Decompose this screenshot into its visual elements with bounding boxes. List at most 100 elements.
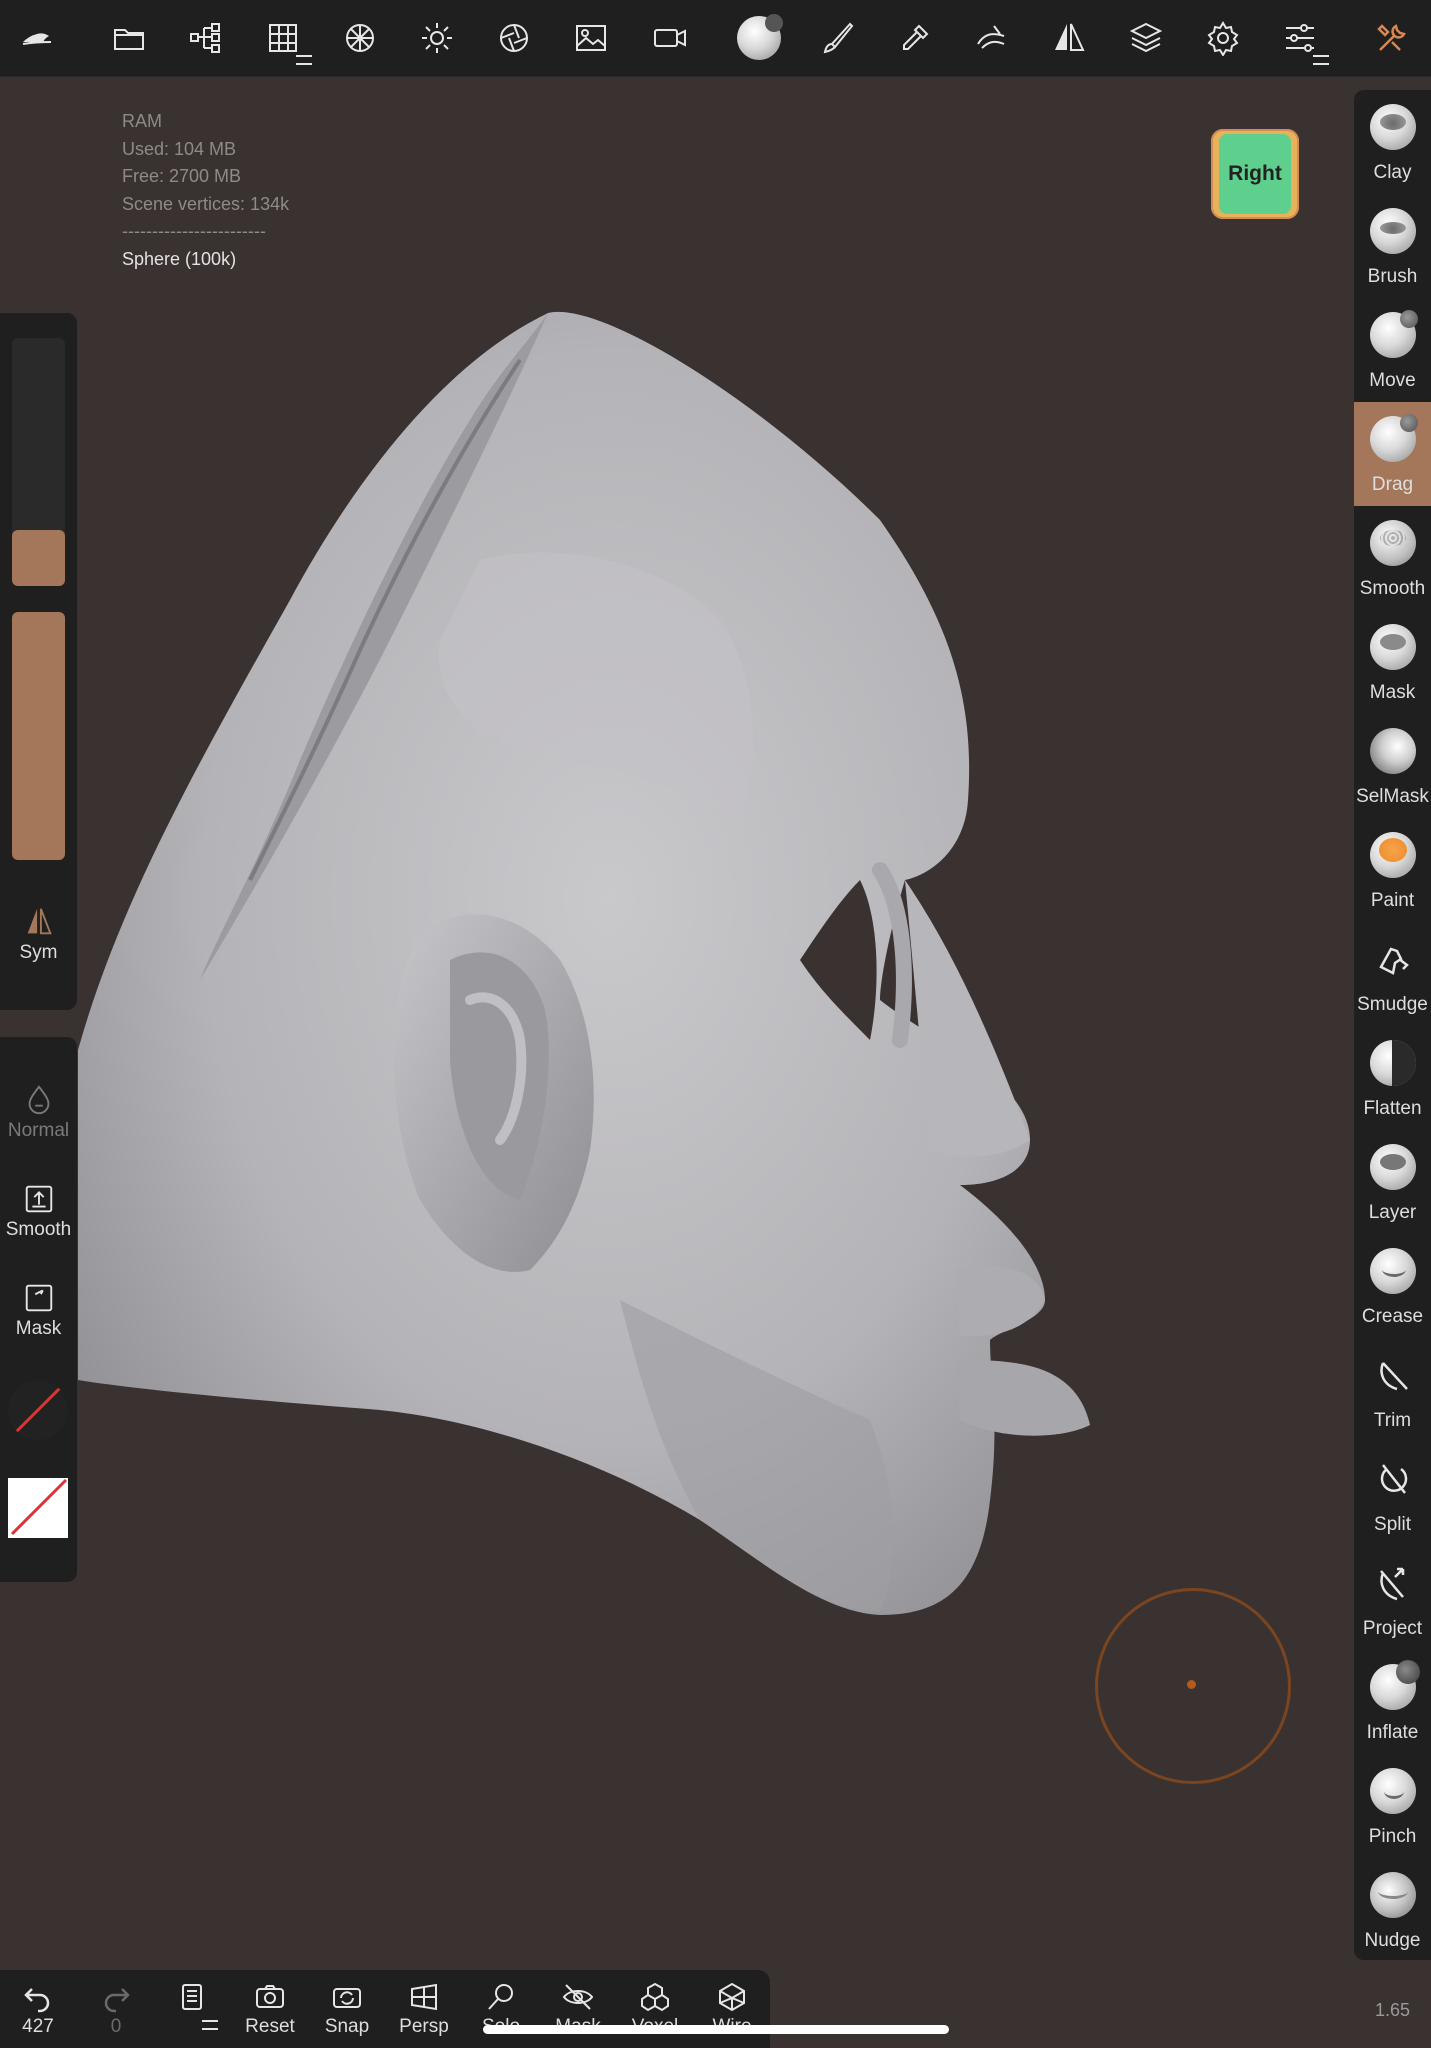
tool-nudge[interactable]: Nudge [1354,1858,1431,1960]
top-toolbar [0,0,1431,77]
alpha-texture-icon[interactable] [8,1380,68,1440]
project-icon [1368,1558,1418,1608]
home-indicator[interactable] [483,2025,949,2034]
tool-label: Mask [1369,682,1416,703]
tool-move[interactable]: Move [1354,298,1431,402]
split-icon [1368,1454,1418,1504]
reset-camera-icon [235,1978,305,2016]
mask-sphere-icon [1368,622,1418,672]
symmetry-icon [0,902,77,942]
tool-flatten[interactable]: Flatten [1354,1026,1431,1130]
nudge-icon [1368,1870,1418,1920]
mask-shortcut-button[interactable]: Mask [0,1278,77,1340]
voxel-icon [620,1978,690,2016]
snap-button[interactable]: Snap [312,1978,382,2038]
ram-title: RAM [122,111,162,131]
tool-smooth[interactable]: Smooth [1354,506,1431,610]
tool-smudge[interactable]: Smudge [1354,922,1431,1026]
layer-sphere-icon [1368,1142,1418,1192]
scene-vertices: Scene vertices: 134k [122,193,290,214]
smooth-label: Smooth [5,1219,72,1240]
settings-icon[interactable] [1198,13,1248,63]
inflate-icon [1368,1660,1420,1712]
tool-trim[interactable]: Trim [1354,1338,1431,1442]
tool-label: Nudge [1364,1930,1421,1951]
clay-icon [1368,102,1418,152]
redo-count: 0 [110,2016,122,2037]
stats-separator: ------------------------ [122,221,266,241]
brush-icon[interactable] [813,13,863,63]
tool-pinch[interactable]: Pinch [1354,1754,1431,1858]
wireframe-icon [697,1978,767,2016]
trim-icon [1368,1350,1418,1400]
flatten-icon [1368,1038,1418,1088]
view-cube-face[interactable]: Right [1219,134,1291,214]
tool-mask[interactable]: Mask [1354,610,1431,714]
tool-inflate[interactable]: Inflate [1354,1650,1431,1754]
nomad-logo-icon[interactable] [12,13,62,63]
undo-button[interactable]: 427 [3,1978,73,2038]
tool-label: SelMask [1356,786,1429,807]
view-cube[interactable]: Right [1211,129,1299,219]
smudge-icon [1368,934,1418,984]
tool-crease[interactable]: Crease [1354,1234,1431,1338]
stroke-pattern-icon[interactable] [8,1478,68,1538]
tool-brush[interactable]: Brush [1354,194,1431,298]
shading-icon[interactable] [489,13,539,63]
tool-label: Flatten [1363,1098,1422,1119]
stroke-icon[interactable] [967,13,1017,63]
mask-label: Mask [15,1318,62,1339]
layers-icon[interactable] [1121,13,1171,63]
drop-icon [0,1080,77,1120]
persp-button[interactable]: Persp [389,1978,459,2038]
tool-project[interactable]: Project [1354,1546,1431,1650]
snap-icon [312,1978,382,2016]
light-icon[interactable] [412,13,462,63]
radius-slider-fill[interactable] [12,530,65,586]
selected-object-name: Sphere (100k) [122,248,237,269]
undo-count: 427 [22,2016,54,2037]
ram-used: Used: 104 MB [122,138,237,159]
tool-label: Crease [1361,1306,1424,1327]
eyedropper-icon[interactable] [890,13,940,63]
tool-clay[interactable]: Clay [1354,90,1431,194]
folder-icon[interactable] [104,13,154,63]
tool-drag[interactable]: Drag [1354,402,1431,506]
tool-split[interactable]: Split [1354,1442,1431,1546]
smooth-shortcut-button[interactable]: Smooth [0,1179,77,1241]
selmask-icon [1368,726,1418,776]
normal-button[interactable]: Normal [0,1080,77,1142]
topology-icon[interactable] [335,13,385,63]
symmetry-icon[interactable] [1044,13,1094,63]
sculpt-tools-panel: Clay Brush Move Drag Smooth Mask SelMask… [1354,90,1431,1960]
grid-icon[interactable] [258,13,312,65]
reset-button[interactable]: Reset [235,1978,305,2038]
move-icon [1368,310,1418,360]
zoom-level: 1.65 [1375,2000,1411,2020]
tool-label: Clay [1373,162,1412,183]
intensity-slider[interactable] [12,612,65,860]
tool-label: Brush [1367,266,1418,287]
material-sphere-icon[interactable] [734,13,784,63]
tool-layer[interactable]: Layer [1354,1130,1431,1234]
redo-icon [81,1978,151,2016]
history-button[interactable] [158,1978,228,2030]
tool-label: Smudge [1357,994,1428,1015]
redo-button[interactable]: 0 [81,1978,151,2038]
tools-settings-icon[interactable] [1275,13,1329,65]
image-icon[interactable] [566,13,616,63]
sym-label: Sym [19,942,58,963]
symmetry-toggle[interactable]: Sym [0,902,77,964]
tool-label: Project [1362,1618,1423,1639]
history-underline [202,2020,218,2030]
tool-selmask[interactable]: SelMask [1354,714,1431,818]
tool-label: Pinch [1368,1826,1417,1847]
camera-icon[interactable] [645,13,695,63]
undo-icon [3,1978,73,2016]
magnifier-icon [466,1978,536,2016]
tool-label: Move [1369,370,1416,391]
smooth-icon [1368,518,1418,568]
wrench-icon[interactable] [1367,13,1417,63]
tool-paint[interactable]: Paint [1354,818,1431,922]
scene-tree-icon[interactable] [181,13,231,63]
